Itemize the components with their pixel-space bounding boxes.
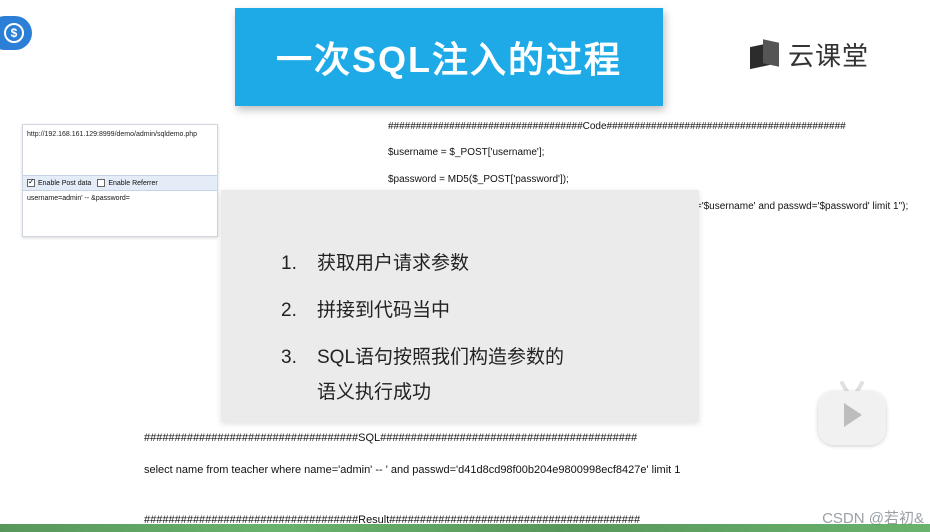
sql-header: ###################################SQL##… — [144, 432, 638, 444]
dollar-badge-icon: $ — [4, 23, 24, 43]
title-banner: 一次SQL注入的过程 — [235, 8, 663, 106]
corner-badge-button[interactable]: $ — [0, 16, 32, 50]
enable-referrer-option[interactable]: Enable Referrer — [97, 179, 158, 187]
step-item: 3. SQL语句按照我们构造参数的 — [281, 342, 564, 369]
step-item: 2. 拼接到代码当中 — [281, 295, 450, 322]
step-number: 2. — [281, 300, 297, 321]
code-header: ###################################Code#… — [388, 121, 846, 132]
enable-post-label: Enable Post data — [38, 179, 92, 187]
play-button[interactable] — [818, 381, 886, 445]
sql-query: select name from teacher where name='adm… — [144, 464, 681, 476]
checkbox-checked-icon[interactable] — [27, 177, 35, 187]
step-item: 1. 获取用户请求参数 — [281, 248, 469, 275]
step-text: SQL语句按照我们构造参数的 — [317, 347, 565, 368]
steps-box: 1. 获取用户请求参数 2. 拼接到代码当中 3. SQL语句按照我们构造参数的 语义… — [221, 190, 699, 422]
slide-title: 一次SQL注入的过程 — [275, 39, 622, 80]
browser-hackbar-panel: http://192.168.161.129:8999/demo/admin/s… — [22, 124, 218, 237]
checkbox-icon[interactable] — [97, 179, 106, 187]
step-text-continued: 语义执行成功 — [317, 382, 432, 403]
post-data-field[interactable]: username=admin' -- &password= — [27, 195, 130, 202]
url-field[interactable]: http://192.168.161.129:8999/demo/admin/s… — [27, 131, 197, 138]
code-line-password: $password = MD5($_POST['password']); — [388, 174, 569, 185]
enable-referrer-label: Enable Referrer — [108, 179, 158, 187]
code-line-username: $username = $_POST['username']; — [388, 147, 545, 158]
brand: 云课堂 — [750, 36, 869, 73]
bottom-strip — [0, 524, 930, 532]
step-text: 拼接到代码当中 — [317, 300, 451, 321]
step-number: 3. — [281, 347, 297, 368]
enable-post-option[interactable]: Enable Post data — [27, 177, 92, 187]
step-text: 获取用户请求参数 — [317, 253, 470, 274]
play-icon — [844, 403, 862, 427]
step-number: 1. — [281, 253, 297, 274]
book-logo-icon — [750, 38, 780, 69]
brand-name: 云课堂 — [788, 41, 870, 71]
options-bar: Enable Post data Enable Referrer — [23, 175, 217, 191]
